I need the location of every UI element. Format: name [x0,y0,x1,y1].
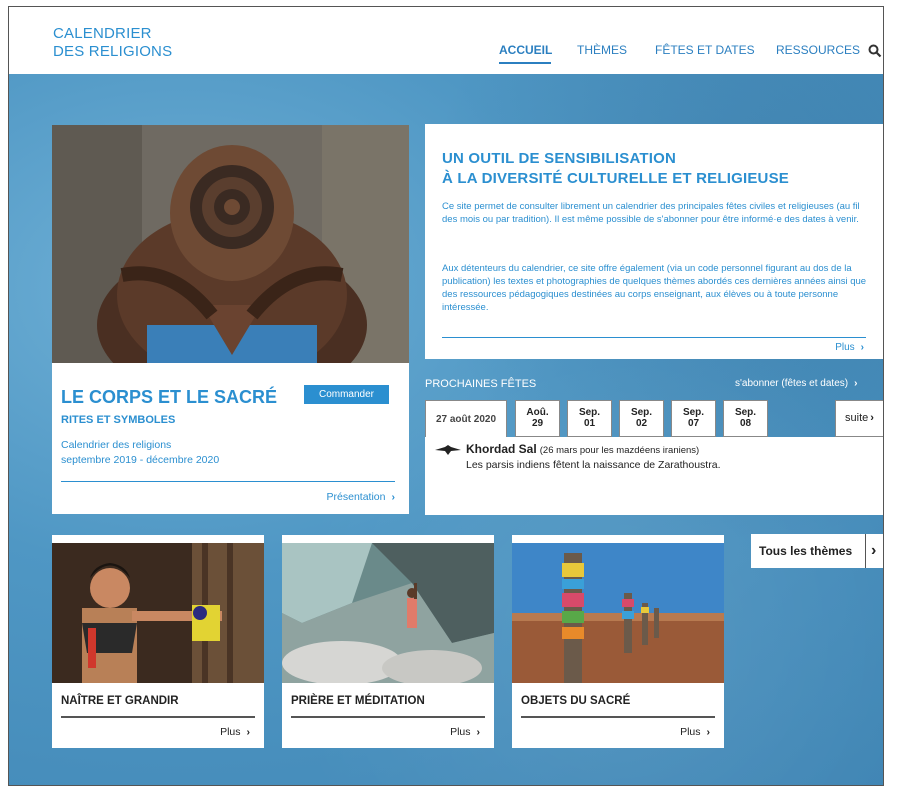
chevron-right-icon: › [706,726,711,738]
theme-title: OBJETS DU SACRÉ [521,695,631,707]
chevron-right-icon: › [391,491,396,503]
tab-date[interactable]: Sep. 02 [619,400,664,437]
date-tabs: 27 août 2020 Aoû. 29 Sep. 01 Sep. 02 Sep… [425,400,883,440]
nav-accueil[interactable]: ACCUEIL [499,43,552,57]
theme-more-label: Plus [450,726,471,738]
tab-date[interactable]: Sep. 01 [567,400,612,437]
page-frame: CALENDRIER DES RELIGIONS ACCUEIL THÈMES … [8,6,884,786]
theme-more-link[interactable]: Plus › [220,726,250,738]
search-icon[interactable] [868,44,882,58]
tab-date[interactable]: Sep. 08 [723,400,768,437]
theme-card[interactable]: NAÎTRE ET GRANDIR Plus › [52,535,264,748]
tab-date[interactable]: Aoû. 29 [515,400,560,437]
upcoming-feasts-heading: PROCHAINES FÊTES [425,378,537,390]
tab-date[interactable]: Sep. 07 [671,400,716,437]
presentation-link[interactable]: Présentation › [327,491,395,503]
theme-image [282,543,494,683]
feast-name: Khordad Sal [466,442,537,456]
chevron-right-icon: › [871,542,877,559]
intro-divider [442,337,866,338]
theme-divider [521,716,715,718]
theme-card[interactable]: OBJETS DU SACRÉ Plus › [512,535,724,748]
chevron-right-icon: › [476,726,481,738]
order-button[interactable]: Commander [304,385,389,404]
nav-fetes-et-dates[interactable]: FÊTES ET DATES [655,43,755,57]
tab-day: 29 [531,418,544,429]
nav-ressources[interactable]: RESSOURCES [776,43,860,57]
all-themes-button[interactable]: Tous les thèmes › [751,534,883,568]
next-dates-button[interactable]: suite › [835,400,883,437]
tab-day: 02 [635,418,648,429]
faravahar-icon [435,445,461,455]
site-header: CALENDRIER DES RELIGIONS ACCUEIL THÈMES … [9,7,883,74]
logo-line-1: CALENDRIER [53,25,152,42]
logo-line-2: DES RELIGIONS [53,43,173,60]
theme-more-link[interactable]: Plus › [680,726,710,738]
intro-more-label: Plus [835,342,855,353]
feast-description: Les parsis indiens fêtent la naissance d… [466,459,721,471]
intro-paragraph-1: Ce site permet de consulter librement un… [442,201,860,225]
feast-note: (26 mars pour les mazdéens iraniens) [539,445,700,456]
hero-divider [61,481,395,482]
theme-more-link[interactable]: Plus › [450,726,480,738]
hero-card: LE CORPS ET LE SACRÉ RITES ET SYMBOLES C… [52,125,409,514]
tab-day: 08 [739,418,752,429]
tab-month: Aoû. [526,407,549,418]
subscribe-label: s'abonner (fêtes et dates) [735,378,849,389]
hero-calendar-line-2: septembre 2019 - décembre 2020 [61,454,220,466]
presentation-link-label: Présentation [326,491,386,503]
theme-card[interactable]: PRIÈRE ET MÉDITATION Plus › [282,535,494,748]
tab-day: 01 [583,418,596,429]
chevron-right-icon: › [854,378,858,389]
tab-month: Sep. [682,407,705,418]
tab-month: Sep. [578,407,601,418]
hero-calendar-line-1: Calendrier des religions [61,439,172,451]
tab-month: Sep. [734,407,757,418]
all-themes-label: Tous les thèmes [759,544,853,558]
intro-paragraph-2: Aux détenteurs du calendrier, ce site of… [442,263,867,313]
nav-themes[interactable]: THÈMES [577,43,627,57]
next-dates-label: suite [845,412,869,424]
theme-title: PRIÈRE ET MÉDITATION [291,695,425,707]
intro-title-line-2: À LA DIVERSITÉ CULTURELLE ET RELIGIEUSE [442,170,789,187]
theme-more-label: Plus [680,726,701,738]
all-themes-divider [865,534,866,568]
hero-image[interactable] [52,125,409,363]
theme-divider [291,716,485,718]
tab-active-date[interactable]: 27 août 2020 [425,400,507,440]
theme-more-label: Plus [220,726,241,738]
hero-subtitle: RITES ET SYMBOLES [61,414,176,426]
theme-divider [61,716,255,718]
hero-title: LE CORPS ET LE SACRÉ [61,387,278,407]
intro-card: UN OUTIL DE SENSIBILISATION À LA DIVERSI… [425,124,883,359]
feast-detail: Khordad Sal (26 mars pour les mazdéens i… [425,437,883,515]
tab-month: Sep. [630,407,653,418]
nav-active-indicator [499,62,551,64]
theme-title: NAÎTRE ET GRANDIR [61,695,179,707]
theme-image [52,543,264,683]
chevron-right-icon: › [860,342,864,353]
intro-more-link[interactable]: Plus › [835,342,864,353]
tab-day: 07 [687,418,700,429]
feast-title: Khordad Sal (26 mars pour les mazdéens i… [466,442,699,456]
chevron-right-icon: › [246,726,251,738]
theme-image [512,543,724,683]
hero-calendar-info: Calendrier des religions septembre 2019 … [61,438,219,468]
intro-title-line-1: UN OUTIL DE SENSIBILISATION [442,150,677,167]
chevron-right-icon: › [870,412,874,424]
site-logo[interactable]: CALENDRIER DES RELIGIONS [53,25,172,61]
intro-title: UN OUTIL DE SENSIBILISATION À LA DIVERSI… [442,149,789,189]
subscribe-link[interactable]: s'abonner (fêtes et dates) › [735,378,857,389]
